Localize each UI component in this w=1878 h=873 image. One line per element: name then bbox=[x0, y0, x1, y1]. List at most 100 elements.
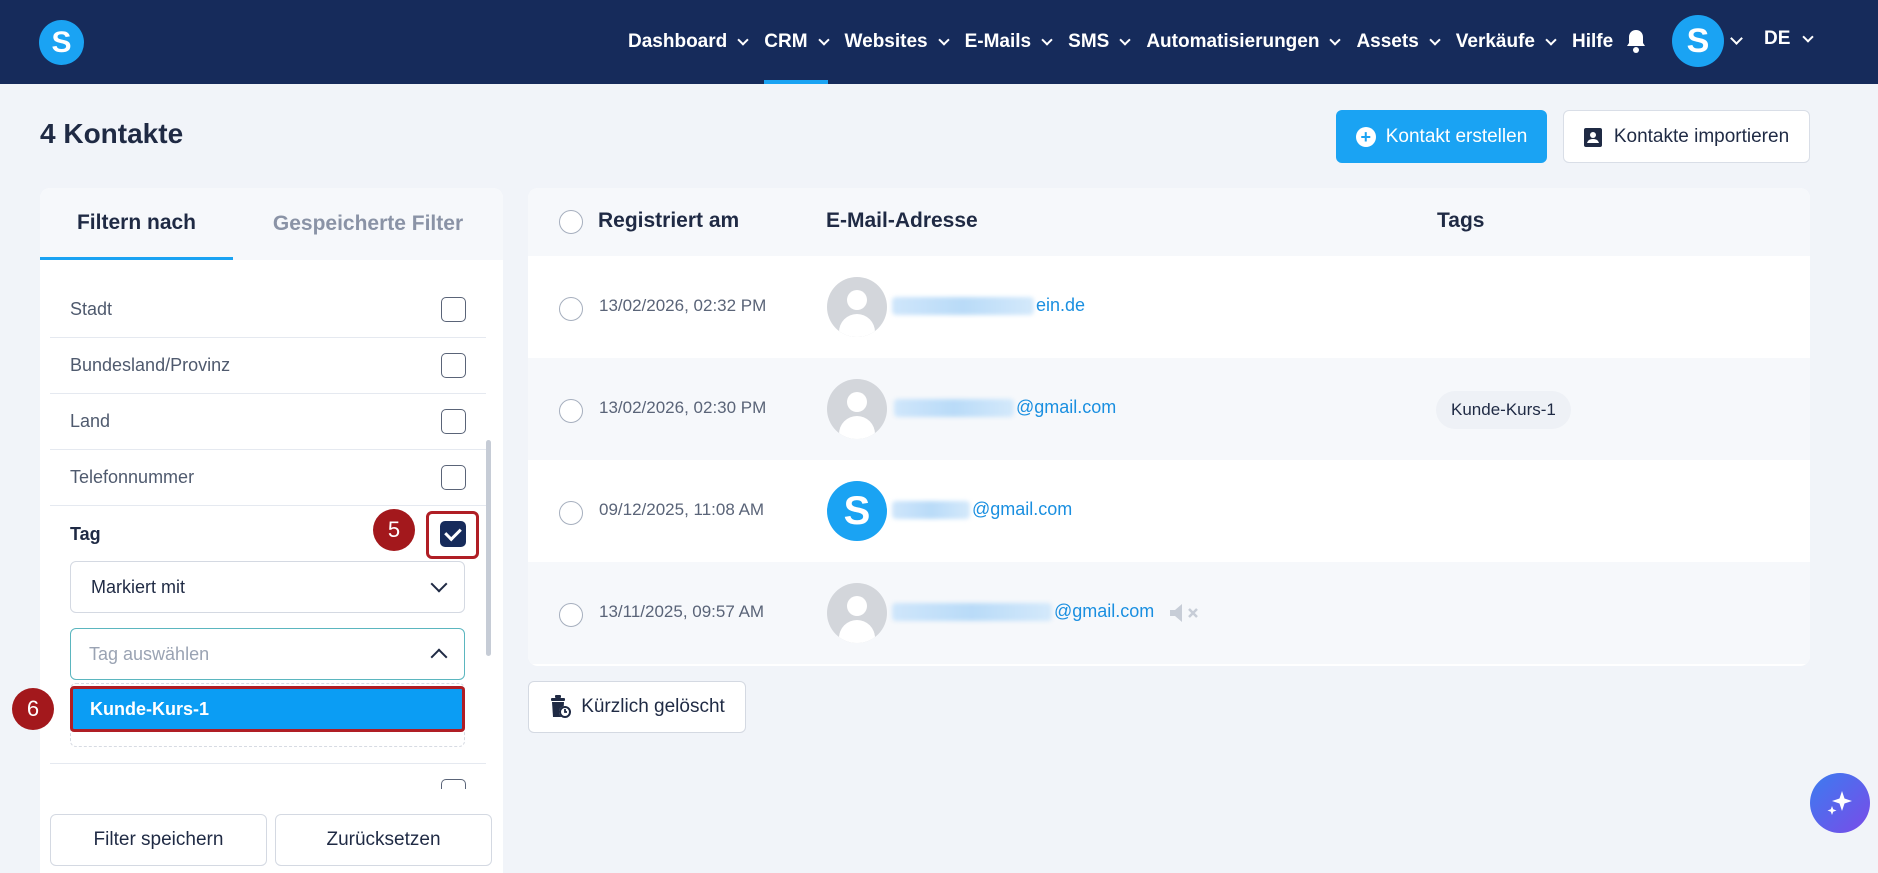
row-select-radio[interactable] bbox=[559, 297, 583, 321]
contact-avatar bbox=[827, 277, 887, 337]
nav-dashboard[interactable]: Dashboard bbox=[628, 0, 749, 84]
filter-row-state[interactable]: Bundesland/Provinz bbox=[50, 338, 486, 394]
column-header-email[interactable]: E-Mail-Adresse bbox=[826, 209, 978, 233]
contact-avatar bbox=[827, 379, 887, 439]
nav-label: Websites bbox=[844, 31, 928, 52]
trash-clock-icon bbox=[551, 695, 572, 718]
nav-sales[interactable]: Verkäufe bbox=[1455, 0, 1557, 84]
language-switcher[interactable]: DE bbox=[1764, 28, 1815, 50]
chevron-up-icon[interactable] bbox=[430, 648, 448, 666]
bell-icon[interactable] bbox=[1624, 28, 1648, 54]
tab-saved-filters[interactable]: Gespeicherte Filter bbox=[233, 188, 503, 260]
main-nav: Dashboard CRM Websites E-Mails SMS Autom… bbox=[628, 0, 1630, 84]
nav-label: Automatisierungen bbox=[1146, 31, 1320, 52]
filter-checkbox[interactable] bbox=[441, 409, 466, 434]
tag-filter-checkbox[interactable] bbox=[440, 521, 466, 547]
chevron-down-icon bbox=[1119, 33, 1131, 46]
nav-emails[interactable]: E-Mails bbox=[965, 0, 1053, 84]
filter-row-city[interactable]: Stadt bbox=[50, 282, 486, 338]
registered-date: 09/12/2025, 11:08 AM bbox=[599, 500, 765, 519]
plus-icon: + bbox=[1355, 126, 1376, 147]
filter-label: Bundesland/Provinz bbox=[70, 355, 231, 375]
tag-condition-select[interactable]: Markiert mit bbox=[70, 561, 465, 613]
nav-help[interactable]: Hilfe bbox=[1572, 0, 1613, 84]
table-row[interactable]: 13/02/2026, 02:32 PM ein.de bbox=[528, 256, 1810, 358]
nav-sms[interactable]: SMS bbox=[1068, 0, 1131, 84]
filter-scrollbar[interactable] bbox=[486, 440, 491, 656]
email-suffix: @gmail.com bbox=[1016, 397, 1117, 417]
muted-speaker-icon bbox=[1170, 604, 1198, 622]
user-avatar[interactable]: S bbox=[1672, 15, 1724, 67]
sparkle-icon bbox=[1827, 791, 1852, 815]
table-row[interactable]: 13/02/2026, 02:30 PM @gmail.com Kunde-Ku… bbox=[528, 358, 1810, 460]
tag-option-kunde-kurs-1[interactable]: Kunde-Kurs-1 bbox=[70, 686, 465, 732]
page-title: 4 Kontakte bbox=[40, 118, 184, 149]
filter-label: Telefonnummer bbox=[70, 467, 195, 487]
row-select-radio[interactable] bbox=[559, 603, 583, 627]
nav-crm[interactable]: CRM bbox=[764, 0, 830, 84]
nav-automations[interactable]: Automatisierungen bbox=[1146, 0, 1342, 84]
select-all-radio[interactable] bbox=[559, 210, 583, 234]
contact-email[interactable]: ein.de bbox=[892, 295, 1085, 316]
recently-deleted-button[interactable]: Kürzlich gelöscht bbox=[528, 681, 746, 733]
filter-checkbox[interactable] bbox=[441, 297, 466, 322]
create-contact-button[interactable]: + Kontakt erstellen bbox=[1336, 110, 1547, 163]
chevron-down-icon bbox=[1545, 33, 1557, 46]
nav-label: Assets bbox=[1356, 31, 1419, 52]
filter-checkbox[interactable] bbox=[441, 353, 466, 378]
table-row[interactable]: 13/11/2025, 09:57 AM @gmail.com bbox=[528, 562, 1810, 664]
step-badge-5: 5 bbox=[373, 509, 415, 551]
filter-label: Stadt bbox=[70, 299, 113, 319]
chevron-down-icon bbox=[430, 575, 448, 593]
contacts-table: Registriert am E-Mail-Adresse Tags 13/02… bbox=[528, 188, 1810, 666]
tag-select-input[interactable] bbox=[70, 628, 465, 680]
table-row[interactable]: 09/12/2025, 11:08 AM S @gmail.com bbox=[528, 460, 1810, 562]
chevron-down-icon bbox=[937, 33, 950, 46]
language-label: DE bbox=[1764, 28, 1791, 49]
import-contacts-button[interactable]: Kontakte importieren bbox=[1563, 110, 1810, 163]
tab-filter-by[interactable]: Filtern nach bbox=[40, 188, 233, 260]
chevron-down-icon bbox=[1429, 33, 1441, 46]
ai-assistant-button[interactable] bbox=[1810, 773, 1870, 833]
nav-label: CRM bbox=[764, 31, 808, 52]
tag-badge[interactable]: Kunde-Kurs-1 bbox=[1436, 391, 1571, 429]
redacted-text bbox=[894, 399, 1014, 418]
email-suffix: @gmail.com bbox=[972, 499, 1073, 519]
step-badge-6: 6 bbox=[12, 688, 54, 730]
nav-label: Verkäufe bbox=[1455, 31, 1536, 52]
filter-checkbox[interactable] bbox=[441, 465, 466, 490]
contact-email[interactable]: @gmail.com bbox=[892, 499, 1072, 520]
save-filter-button[interactable]: Filter speichern bbox=[50, 814, 267, 866]
button-label: Kontakte importieren bbox=[1613, 125, 1790, 147]
reset-button[interactable]: Zurücksetzen bbox=[275, 814, 492, 866]
contact-email[interactable]: @gmail.com bbox=[892, 601, 1154, 622]
email-suffix: ein.de bbox=[1036, 295, 1086, 315]
contact-email[interactable]: @gmail.com bbox=[894, 397, 1116, 418]
registered-date: 13/02/2026, 02:32 PM bbox=[599, 296, 767, 315]
email-suffix: @gmail.com bbox=[1054, 601, 1155, 621]
tag-search-field[interactable] bbox=[89, 641, 409, 667]
divider bbox=[50, 763, 486, 764]
column-header-tags[interactable]: Tags bbox=[1437, 209, 1484, 233]
row-select-radio[interactable] bbox=[559, 399, 583, 423]
nav-assets[interactable]: Assets bbox=[1356, 0, 1441, 84]
contact-avatar: S bbox=[827, 481, 887, 541]
app-logo[interactable]: S bbox=[39, 20, 84, 65]
contact-card-icon bbox=[1583, 127, 1602, 147]
filter-row-country[interactable]: Land bbox=[50, 394, 486, 450]
filter-checkbox[interactable] bbox=[441, 779, 466, 789]
filter-row-phone[interactable]: Telefonnummer bbox=[50, 450, 486, 506]
redacted-text bbox=[892, 297, 1034, 316]
row-select-radio[interactable] bbox=[559, 501, 583, 525]
chevron-down-icon[interactable] bbox=[1730, 32, 1743, 45]
chevron-down-icon bbox=[1041, 33, 1053, 46]
column-header-registered[interactable]: Registriert am bbox=[598, 209, 739, 233]
top-navbar: S Dashboard CRM Websites E-Mails SMS Aut… bbox=[0, 0, 1878, 84]
table-header: Registriert am E-Mail-Adresse Tags bbox=[528, 188, 1810, 256]
select-value: Markiert mit bbox=[91, 576, 185, 597]
redacted-text bbox=[892, 501, 970, 520]
tag-filter-label: Tag bbox=[70, 524, 101, 544]
chevron-down-icon bbox=[737, 33, 749, 46]
chevron-down-icon bbox=[1329, 33, 1342, 46]
nav-websites[interactable]: Websites bbox=[844, 0, 950, 84]
